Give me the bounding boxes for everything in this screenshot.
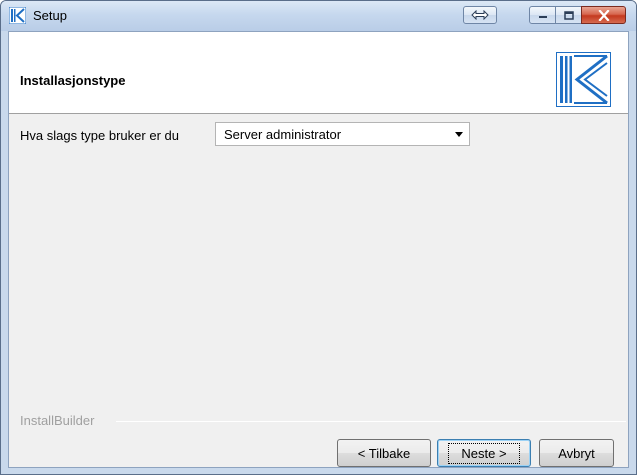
maximize-button[interactable] [555, 6, 582, 24]
user-type-label: Hva slags type bruker er du [20, 128, 179, 143]
installbuilder-logo [556, 52, 611, 107]
back-button[interactable]: < Tilbake [337, 439, 431, 467]
user-type-select[interactable]: Server administrator [215, 122, 470, 146]
window-title: Setup [33, 8, 67, 23]
title-bar[interactable]: Setup [1, 1, 636, 31]
dialog-client-area: Installasjonstype Hva slags type bruker … [8, 31, 629, 468]
installbuilder-brand: InstallBuilder [20, 413, 95, 428]
minimize-button[interactable] [529, 6, 556, 24]
next-button-label: Neste > [448, 442, 520, 464]
close-button[interactable] [581, 6, 626, 24]
page-title: Installasjonstype [20, 73, 126, 88]
resize-arrows-icon [471, 10, 489, 20]
resize-button[interactable] [463, 6, 497, 24]
app-k-icon [9, 7, 26, 24]
user-type-value: Server administrator [224, 127, 342, 142]
close-icon [597, 9, 610, 21]
next-button[interactable]: Neste > [437, 439, 531, 467]
minimize-icon [538, 16, 547, 18]
cancel-button[interactable]: Avbryt [539, 439, 614, 467]
chevron-down-icon [455, 132, 463, 137]
wizard-header: Installasjonstype [9, 32, 628, 114]
setup-window: Setup Installasjonstype Hva slags type b… [0, 0, 637, 475]
footer-divider [116, 421, 626, 422]
maximize-icon [563, 10, 574, 20]
